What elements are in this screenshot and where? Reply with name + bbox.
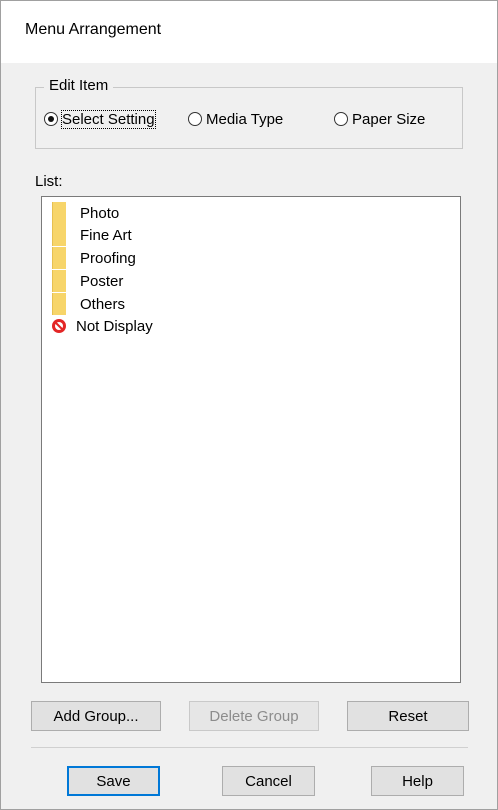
list-item-poster[interactable]: Poster [52, 270, 123, 292]
radio-label-select-setting: Select Setting [61, 109, 156, 129]
list-item-label: Photo [80, 204, 120, 222]
reset-button[interactable]: Reset [347, 701, 469, 731]
list-item-not-display[interactable]: Not Display [52, 315, 153, 337]
radio-paper-size[interactable]: Paper Size [334, 109, 425, 129]
cancel-button[interactable]: Cancel [222, 766, 315, 796]
folder-icon [52, 293, 66, 315]
list-item-others[interactable]: Others [52, 293, 125, 315]
radio-label-media-type: Media Type [206, 110, 284, 128]
list-item-label: Not Display [76, 317, 153, 335]
edit-item-legend: Edit Item [44, 77, 114, 94]
title-bar: Menu Arrangement [1, 1, 497, 63]
edit-item-group: Edit Item Select Setting Media Type Pape… [35, 77, 463, 149]
folder-icon [52, 270, 66, 292]
list-item-label: Poster [80, 272, 124, 290]
window-title: Menu Arrangement [25, 21, 162, 38]
list-item-fine-art[interactable]: Fine Art [52, 224, 132, 246]
list-item-photo[interactable]: Photo [52, 202, 119, 224]
list-item-label: Fine Art [80, 226, 132, 244]
folder-icon [52, 224, 66, 246]
folder-icon [52, 247, 66, 269]
list-item-proofing[interactable]: Proofing [52, 247, 136, 269]
separator [31, 747, 468, 748]
radio-circle[interactable] [334, 112, 348, 126]
delete-group-button[interactable]: Delete Group [189, 701, 319, 731]
radio-circle[interactable] [188, 112, 202, 126]
help-button[interactable]: Help [371, 766, 464, 796]
menu-list[interactable]: Photo Fine Art Proofing Poster Others No… [41, 196, 461, 683]
list-item-label: Proofing [80, 249, 136, 267]
radio-circle-checked[interactable] [44, 112, 58, 126]
radio-label-paper-size: Paper Size [352, 110, 426, 128]
radio-media-type[interactable]: Media Type [188, 109, 283, 129]
folder-icon [52, 202, 66, 224]
add-group-button[interactable]: Add Group... [31, 701, 161, 731]
list-label: List: [35, 173, 63, 190]
list-item-label: Others [80, 295, 126, 313]
no-entry-icon [52, 319, 66, 333]
menu-arrangement-dialog: Menu Arrangement Edit Item Select Settin… [0, 0, 498, 810]
radio-select-setting[interactable]: Select Setting [44, 109, 156, 129]
save-button[interactable]: Save [67, 766, 160, 796]
